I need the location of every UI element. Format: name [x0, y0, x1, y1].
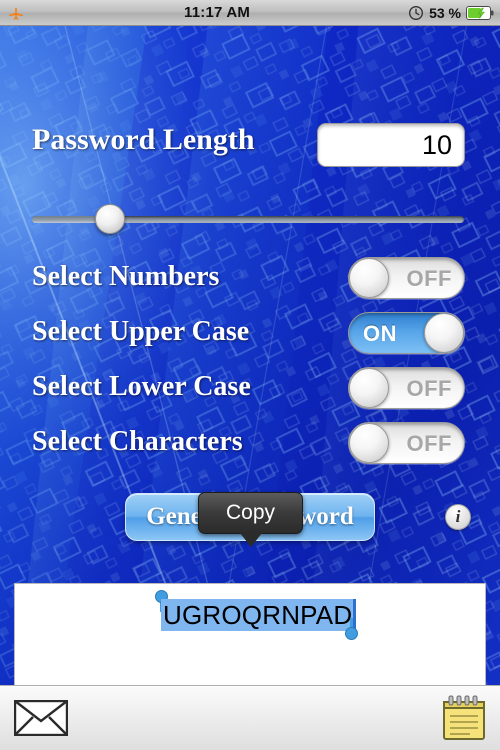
- password-length-row: Password Length 10: [0, 123, 500, 167]
- password-selection[interactable]: UGROQRNPAD: [161, 599, 357, 631]
- battery-charging-icon: [466, 5, 494, 20]
- password-length-slider[interactable]: [32, 204, 464, 234]
- select-numbers-row: Select Numbers OFF: [0, 257, 500, 301]
- info-icon: i: [455, 507, 461, 526]
- select-characters-toggle[interactable]: OFF: [348, 422, 465, 464]
- password-length-value: 10: [421, 129, 452, 160]
- copy-callout-body[interactable]: Copy: [198, 492, 303, 534]
- toggle-knob: [349, 423, 389, 463]
- selection-end-handle[interactable]: [345, 627, 358, 640]
- toggle-knob: [424, 313, 464, 353]
- text-caret: [353, 599, 357, 631]
- info-button[interactable]: i: [445, 504, 471, 530]
- phone-screen: 11:17 AM 53 % Password Length 10 Select …: [0, 0, 500, 750]
- envelope-icon[interactable]: [14, 700, 68, 736]
- battery-percent-label: 53 %: [429, 4, 461, 21]
- copy-button-label: Copy: [225, 501, 276, 524]
- clock-icon: [409, 5, 424, 20]
- select-lower-case-label: Select Lower Case: [32, 371, 251, 402]
- status-bar-center: 11:17 AM: [26, 4, 408, 22]
- bottom-toolbar: [0, 685, 500, 750]
- select-lower-case-state: OFF: [406, 376, 452, 401]
- password-length-input[interactable]: 10: [317, 123, 465, 167]
- airplane-icon: [9, 7, 23, 20]
- callout-arrow: [240, 533, 262, 547]
- select-characters-state: OFF: [406, 431, 452, 456]
- select-numbers-state: OFF: [406, 266, 452, 291]
- select-upper-case-label: Select Upper Case: [32, 316, 250, 347]
- select-upper-case-row: Select Upper Case ON: [0, 312, 500, 356]
- status-bar-left: [6, 4, 26, 22]
- notepad-icon[interactable]: [442, 695, 486, 741]
- toggle-knob: [349, 258, 389, 298]
- select-numbers-label: Select Numbers: [32, 261, 220, 292]
- select-characters-label: Select Characters: [32, 426, 243, 457]
- select-characters-row: Select Characters OFF: [0, 422, 500, 466]
- app-content: Password Length 10 Select Numbers OFF Se…: [0, 26, 500, 750]
- status-bar-right: 53 %: [408, 5, 494, 21]
- select-lower-case-row: Select Lower Case OFF: [0, 367, 500, 411]
- generated-password-text: UGROQRNPAD: [163, 599, 353, 630]
- select-numbers-toggle[interactable]: OFF: [348, 257, 465, 299]
- select-upper-case-state: ON: [363, 321, 397, 346]
- status-bar: 11:17 AM 53 %: [0, 0, 500, 26]
- toggle-knob: [349, 368, 389, 408]
- password-length-label: Password Length: [32, 123, 255, 156]
- select-lower-case-toggle[interactable]: OFF: [348, 367, 465, 409]
- status-bar-clock: 11:17 AM: [184, 3, 251, 21]
- select-upper-case-toggle[interactable]: ON: [348, 312, 465, 354]
- copy-callout[interactable]: Copy: [198, 492, 303, 547]
- slider-knob[interactable]: [95, 204, 125, 234]
